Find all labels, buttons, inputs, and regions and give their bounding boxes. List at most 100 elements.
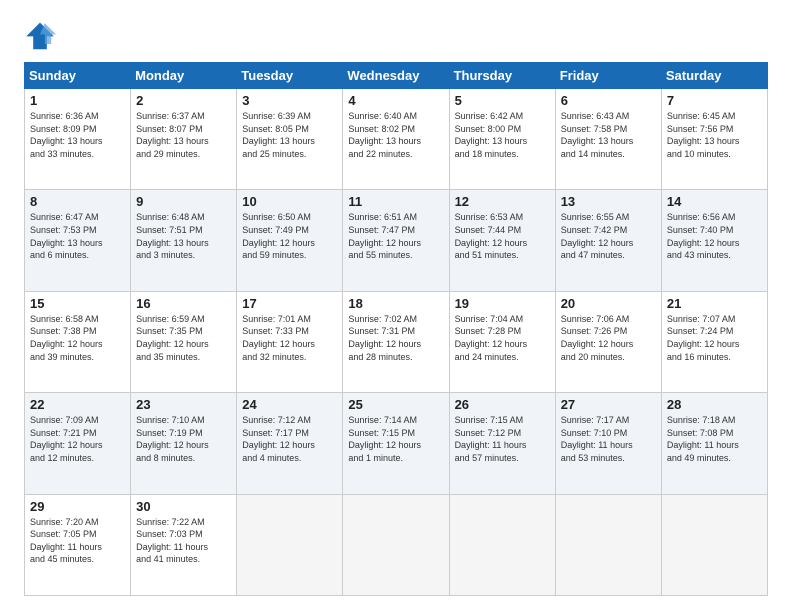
day-number: 2 — [136, 93, 231, 108]
calendar-cell: 23 Sunrise: 7:10 AM Sunset: 7:19 PM Dayli… — [131, 393, 237, 494]
calendar-cell: 13 Sunrise: 6:55 AM Sunset: 7:42 PM Dayli… — [555, 190, 661, 291]
weekday-header-friday: Friday — [555, 63, 661, 89]
day-number: 8 — [30, 194, 125, 209]
calendar-cell: 20 Sunrise: 7:06 AM Sunset: 7:26 PM Dayli… — [555, 291, 661, 392]
logo-icon — [24, 20, 56, 52]
day-info: Sunrise: 6:53 AM Sunset: 7:44 PM Dayligh… — [455, 211, 550, 261]
day-info: Sunrise: 7:06 AM Sunset: 7:26 PM Dayligh… — [561, 313, 656, 363]
day-info: Sunrise: 7:15 AM Sunset: 7:12 PM Dayligh… — [455, 414, 550, 464]
day-number: 3 — [242, 93, 337, 108]
calendar-cell: 16Sunrise: 6:59 AM Sunset: 7:35 PM Dayli… — [131, 291, 237, 392]
calendar-cell: 2 Sunrise: 6:37 AM Sunset: 8:07 PM Daylig… — [131, 89, 237, 190]
day-info: Sunrise: 6:48 AM Sunset: 7:51 PM Dayligh… — [136, 211, 231, 261]
day-number: 25 — [348, 397, 443, 412]
weekday-header-row: SundayMondayTuesdayWednesdayThursdayFrid… — [25, 63, 768, 89]
day-number: 23 — [136, 397, 231, 412]
day-info: Sunrise: 6:59 AM Sunset: 7:35 PM Dayligh… — [136, 313, 231, 363]
day-info: Sunrise: 7:14 AM Sunset: 7:15 PM Dayligh… — [348, 414, 443, 464]
calendar-cell: 5Sunrise: 6:42 AM Sunset: 8:00 PM Daylig… — [449, 89, 555, 190]
day-number: 13 — [561, 194, 656, 209]
day-info: Sunrise: 7:12 AM Sunset: 7:17 PM Dayligh… — [242, 414, 337, 464]
week-row-2: 8 Sunrise: 6:47 AM Sunset: 7:53 PM Daylig… — [25, 190, 768, 291]
day-number: 12 — [455, 194, 550, 209]
weekday-header-tuesday: Tuesday — [237, 63, 343, 89]
day-number: 14 — [667, 194, 762, 209]
calendar-cell — [343, 494, 449, 595]
calendar-cell: 18Sunrise: 7:02 AM Sunset: 7:31 PM Dayli… — [343, 291, 449, 392]
day-number: 19 — [455, 296, 550, 311]
day-info: Sunrise: 6:43 AM Sunset: 7:58 PM Dayligh… — [561, 110, 656, 160]
day-number: 28 — [667, 397, 762, 412]
week-row-3: 15 Sunrise: 6:58 AM Sunset: 7:38 PM Dayli… — [25, 291, 768, 392]
day-info: Sunrise: 7:17 AM Sunset: 7:10 PM Dayligh… — [561, 414, 656, 464]
day-info: Sunrise: 7:01 AM Sunset: 7:33 PM Dayligh… — [242, 313, 337, 363]
day-info: Sunrise: 6:55 AM Sunset: 7:42 PM Dayligh… — [561, 211, 656, 261]
week-row-4: 22Sunrise: 7:09 AM Sunset: 7:21 PM Dayli… — [25, 393, 768, 494]
day-info: Sunrise: 6:45 AM Sunset: 7:56 PM Dayligh… — [667, 110, 762, 160]
day-info: Sunrise: 6:37 AM Sunset: 8:07 PM Dayligh… — [136, 110, 231, 160]
week-row-1: 1 Sunrise: 6:36 AM Sunset: 8:09 PM Daylig… — [25, 89, 768, 190]
calendar-cell: 30 Sunrise: 7:22 AM Sunset: 7:03 PM Dayli… — [131, 494, 237, 595]
day-info: Sunrise: 6:39 AM Sunset: 8:05 PM Dayligh… — [242, 110, 337, 160]
day-number: 5 — [455, 93, 550, 108]
weekday-header-wednesday: Wednesday — [343, 63, 449, 89]
calendar-cell — [237, 494, 343, 595]
day-number: 30 — [136, 499, 231, 514]
calendar-cell — [555, 494, 661, 595]
day-info: Sunrise: 7:20 AM Sunset: 7:05 PM Dayligh… — [30, 516, 125, 566]
calendar-cell: 25 Sunrise: 7:14 AM Sunset: 7:15 PM Dayli… — [343, 393, 449, 494]
day-number: 10 — [242, 194, 337, 209]
day-info: Sunrise: 6:56 AM Sunset: 7:40 PM Dayligh… — [667, 211, 762, 261]
weekday-header-monday: Monday — [131, 63, 237, 89]
weekday-header-sunday: Sunday — [25, 63, 131, 89]
day-number: 4 — [348, 93, 443, 108]
day-number: 6 — [561, 93, 656, 108]
day-number: 7 — [667, 93, 762, 108]
calendar-cell: 27 Sunrise: 7:17 AM Sunset: 7:10 PM Dayli… — [555, 393, 661, 494]
day-number: 26 — [455, 397, 550, 412]
calendar-cell: 4 Sunrise: 6:40 AM Sunset: 8:02 PM Daylig… — [343, 89, 449, 190]
day-info: Sunrise: 6:47 AM Sunset: 7:53 PM Dayligh… — [30, 211, 125, 261]
calendar-cell: 11Sunrise: 6:51 AM Sunset: 7:47 PM Dayli… — [343, 190, 449, 291]
calendar-cell: 14 Sunrise: 6:56 AM Sunset: 7:40 PM Dayli… — [661, 190, 767, 291]
calendar-cell: 22Sunrise: 7:09 AM Sunset: 7:21 PM Dayli… — [25, 393, 131, 494]
calendar-cell: 21Sunrise: 7:07 AM Sunset: 7:24 PM Dayli… — [661, 291, 767, 392]
logo — [24, 20, 62, 52]
calendar-cell: 15 Sunrise: 6:58 AM Sunset: 7:38 PM Dayli… — [25, 291, 131, 392]
day-info: Sunrise: 6:50 AM Sunset: 7:49 PM Dayligh… — [242, 211, 337, 261]
calendar-cell: 6 Sunrise: 6:43 AM Sunset: 7:58 PM Daylig… — [555, 89, 661, 190]
day-number: 18 — [348, 296, 443, 311]
day-number: 9 — [136, 194, 231, 209]
calendar-cell: 3 Sunrise: 6:39 AM Sunset: 8:05 PM Daylig… — [237, 89, 343, 190]
day-info: Sunrise: 6:36 AM Sunset: 8:09 PM Dayligh… — [30, 110, 125, 160]
header — [24, 20, 768, 52]
day-number: 22 — [30, 397, 125, 412]
calendar-cell: 28Sunrise: 7:18 AM Sunset: 7:08 PM Dayli… — [661, 393, 767, 494]
day-info: Sunrise: 7:22 AM Sunset: 7:03 PM Dayligh… — [136, 516, 231, 566]
page: SundayMondayTuesdayWednesdayThursdayFrid… — [0, 0, 792, 612]
calendar-cell — [661, 494, 767, 595]
day-info: Sunrise: 6:40 AM Sunset: 8:02 PM Dayligh… — [348, 110, 443, 160]
day-number: 17 — [242, 296, 337, 311]
calendar-cell: 29 Sunrise: 7:20 AM Sunset: 7:05 PM Dayli… — [25, 494, 131, 595]
calendar-cell — [449, 494, 555, 595]
week-row-5: 29 Sunrise: 7:20 AM Sunset: 7:05 PM Dayli… — [25, 494, 768, 595]
day-info: Sunrise: 7:07 AM Sunset: 7:24 PM Dayligh… — [667, 313, 762, 363]
calendar-table: SundayMondayTuesdayWednesdayThursdayFrid… — [24, 62, 768, 596]
calendar-cell: 24 Sunrise: 7:12 AM Sunset: 7:17 PM Dayli… — [237, 393, 343, 494]
day-number: 1 — [30, 93, 125, 108]
day-number: 15 — [30, 296, 125, 311]
day-number: 20 — [561, 296, 656, 311]
day-info: Sunrise: 7:10 AM Sunset: 7:19 PM Dayligh… — [136, 414, 231, 464]
calendar-cell: 12 Sunrise: 6:53 AM Sunset: 7:44 PM Dayli… — [449, 190, 555, 291]
calendar-cell: 7 Sunrise: 6:45 AM Sunset: 7:56 PM Daylig… — [661, 89, 767, 190]
day-number: 27 — [561, 397, 656, 412]
day-number: 11 — [348, 194, 443, 209]
day-info: Sunrise: 6:58 AM Sunset: 7:38 PM Dayligh… — [30, 313, 125, 363]
calendar-cell: 9 Sunrise: 6:48 AM Sunset: 7:51 PM Daylig… — [131, 190, 237, 291]
calendar-cell: 10 Sunrise: 6:50 AM Sunset: 7:49 PM Dayli… — [237, 190, 343, 291]
calendar-cell: 8 Sunrise: 6:47 AM Sunset: 7:53 PM Daylig… — [25, 190, 131, 291]
day-number: 24 — [242, 397, 337, 412]
calendar-cell: 26 Sunrise: 7:15 AM Sunset: 7:12 PM Dayli… — [449, 393, 555, 494]
day-number: 29 — [30, 499, 125, 514]
